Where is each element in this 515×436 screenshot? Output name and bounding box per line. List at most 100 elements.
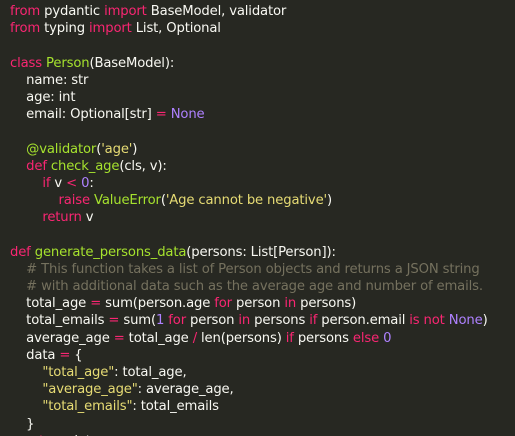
code-token: def — [26, 158, 47, 174]
code-line[interactable]: "total_emails": total_emails — [0, 398, 515, 415]
code-line[interactable]: def check_age(cls, v): — [0, 158, 515, 175]
code-line[interactable]: # This function takes a list of Person o… — [0, 261, 515, 278]
code-token: in — [284, 296, 297, 312]
code-token: (persons: List[Person]): — [186, 244, 336, 260]
code-token: average_age — [10, 330, 114, 346]
code-line[interactable] — [0, 226, 515, 243]
code-token: : — [89, 175, 94, 191]
code-token: if — [285, 330, 294, 346]
code-token: < — [66, 175, 78, 191]
code-token: = — [59, 347, 71, 363]
code-token: return — [42, 210, 82, 226]
code-token: 'Age cannot be negative' — [165, 193, 328, 209]
code-token: email: Optional[str] — [10, 107, 156, 123]
code-token: = — [113, 330, 125, 346]
code-line[interactable]: } — [0, 416, 515, 433]
code-token: import — [89, 21, 132, 37]
code-line[interactable]: @validator('age') — [0, 141, 515, 158]
code-token: ValueError — [93, 193, 161, 209]
code-token: 'age' — [101, 141, 133, 157]
code-token: age: int — [10, 89, 76, 105]
code-token: "average_age" — [42, 382, 138, 398]
code-token: 0 — [383, 330, 392, 346]
code-token: sum( — [119, 313, 156, 329]
code-line[interactable]: average_age = total_age / len(persons) i… — [0, 330, 515, 347]
code-token: for — [214, 296, 232, 312]
code-line[interactable]: return v — [0, 209, 515, 226]
code-line[interactable] — [0, 123, 515, 140]
code-line[interactable]: class Person(BaseModel): — [0, 55, 515, 72]
code-token: v — [50, 175, 67, 191]
code-token: raise — [58, 193, 91, 209]
code-token: data — [10, 347, 60, 363]
code-token: : average_age, — [137, 382, 234, 398]
code-token: persons — [293, 330, 353, 346]
code-line[interactable]: from pydantic import BaseModel, validato… — [0, 3, 515, 20]
code-token: (BaseModel): — [89, 55, 175, 71]
code-line[interactable]: from typing import List, Optional — [0, 20, 515, 37]
code-token: BaseModel, validator — [146, 4, 287, 19]
code-line[interactable]: data = { — [0, 347, 515, 364]
code-token: for — [168, 313, 186, 329]
code-token: ) — [327, 193, 333, 209]
code-line[interactable] — [0, 37, 515, 54]
code-token: { — [70, 347, 83, 363]
code-token: import — [104, 4, 147, 19]
code-token: = — [155, 107, 167, 123]
code-token: generate_persons_data — [34, 244, 187, 260]
code-token: "total_age" — [42, 364, 115, 380]
code-token: typing — [40, 21, 90, 37]
code-token: person — [185, 313, 239, 329]
code-line[interactable]: # with additional data such as the avera… — [0, 278, 515, 295]
code-token: persons) — [296, 296, 357, 312]
code-line[interactable]: total_emails = sum(1 for person in perso… — [0, 312, 515, 329]
code-token: in — [238, 313, 251, 329]
code-token: @validator — [26, 141, 97, 157]
code-token: List, Optional — [131, 21, 221, 37]
code-token: = — [108, 313, 120, 329]
code-line[interactable]: raise ValueError('Age cannot be negative… — [0, 192, 515, 209]
code-token: class — [10, 55, 42, 71]
code-token: Person — [46, 55, 90, 71]
code-line[interactable]: total_age = sum(person.age for person in… — [0, 295, 515, 312]
code-editor[interactable]: from pydantic import BaseModel, validato… — [0, 0, 515, 436]
code-token: is not — [409, 313, 445, 329]
code-token: : total_age, — [114, 364, 187, 380]
code-token: person.email — [317, 313, 410, 329]
code-line[interactable]: "total_age": total_age, — [0, 364, 515, 381]
code-token: # with additional data such as the avera… — [26, 279, 483, 294]
code-token: # This function takes a list of Person o… — [26, 261, 480, 277]
code-line[interactable]: age: int — [0, 89, 515, 106]
code-token: "total_emails" — [42, 399, 133, 415]
code-token: len(persons) — [196, 330, 286, 346]
code-token: name: str — [10, 72, 89, 88]
code-line[interactable]: "average_age": average_age, — [0, 381, 515, 398]
code-line[interactable]: def generate_persons_data(persons: List[… — [0, 244, 515, 261]
code-token: total_emails — [10, 313, 109, 329]
code-token: person — [231, 296, 285, 312]
code-token: from — [10, 4, 41, 19]
code-token: total_age — [124, 330, 193, 346]
code-token: ) — [132, 141, 138, 157]
code-token: pydantic — [40, 4, 105, 19]
code-token: else — [352, 330, 380, 346]
code-token: def — [10, 244, 31, 260]
code-line[interactable]: email: Optional[str] = None — [0, 106, 515, 123]
code-token: sum(person.age — [101, 296, 215, 312]
code-line[interactable]: name: str — [0, 72, 515, 89]
code-token: from — [10, 21, 41, 37]
code-token: = — [90, 296, 102, 312]
code-line[interactable]: if v < 0: — [0, 175, 515, 192]
code-token: } — [10, 416, 35, 432]
code-token: (cls, v): — [119, 158, 167, 174]
code-token: ) — [482, 313, 488, 329]
code-token: persons — [250, 313, 310, 329]
